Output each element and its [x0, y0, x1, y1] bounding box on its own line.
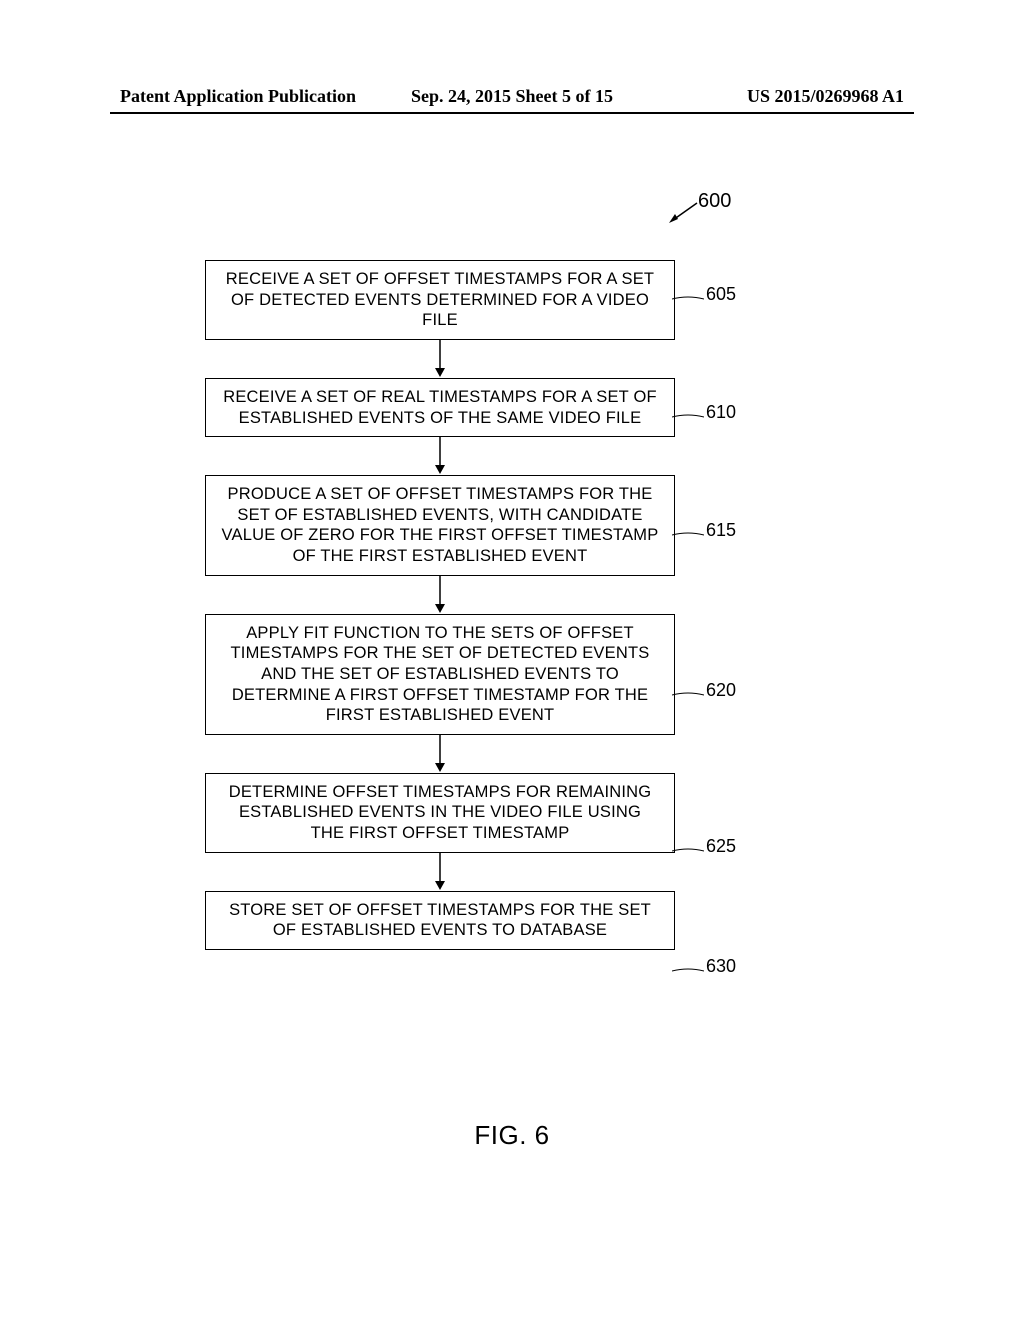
- flow-arrow-icon: [200, 437, 680, 475]
- ref-620: 620: [706, 680, 736, 701]
- ref-630: 630: [706, 956, 736, 977]
- flow-arrow-icon: [200, 576, 680, 614]
- flow-step-630: STORE SET OF OFFSET TIMESTAMPS FOR THE S…: [205, 891, 675, 950]
- ref-605: 605: [706, 284, 736, 305]
- flow-step-text: STORE SET OF OFFSET TIMESTAMPS FOR THE S…: [229, 901, 651, 940]
- flow-step-610: RECEIVE A SET OF REAL TIMESTAMPS FOR A S…: [205, 378, 675, 437]
- header-left: Patent Application Publication: [120, 86, 356, 107]
- ref-610: 610: [706, 402, 736, 423]
- ref-625: 625: [706, 836, 736, 857]
- flow-step-text: PRODUCE A SET OF OFFSET TIMESTAMPS FOR T…: [222, 485, 659, 565]
- figure-caption: FIG. 6: [0, 1120, 1024, 1151]
- flowchart: RECEIVE A SET OF OFFSET TIMESTAMPS FOR A…: [200, 260, 680, 950]
- header-mid: Sep. 24, 2015 Sheet 5 of 15: [411, 86, 613, 107]
- header-right: US 2015/0269968 A1: [747, 86, 904, 107]
- flow-step-text: APPLY FIT FUNCTION TO THE SETS OF OFFSET…: [231, 624, 650, 725]
- ref-630-tick: [672, 962, 704, 980]
- ref-615: 615: [706, 520, 736, 541]
- flow-arrow-icon: [200, 735, 680, 773]
- flow-arrow-icon: [200, 853, 680, 891]
- flow-step-text: RECEIVE A SET OF REAL TIMESTAMPS FOR A S…: [223, 388, 657, 427]
- flow-step-text: RECEIVE A SET OF OFFSET TIMESTAMPS FOR A…: [226, 270, 654, 329]
- flow-step-text: DETERMINE OFFSET TIMESTAMPS FOR REMAININ…: [229, 783, 652, 842]
- figure-ref-number: 600: [698, 190, 738, 213]
- flow-arrow-icon: [200, 340, 680, 378]
- flow-step-625: DETERMINE OFFSET TIMESTAMPS FOR REMAININ…: [205, 773, 675, 853]
- figure-ref-arrow-icon: [665, 200, 701, 229]
- flow-step-620: APPLY FIT FUNCTION TO THE SETS OF OFFSET…: [205, 614, 675, 735]
- page-header: Patent Application Publication Sep. 24, …: [0, 86, 1024, 107]
- flow-step-605: RECEIVE A SET OF OFFSET TIMESTAMPS FOR A…: [205, 260, 675, 340]
- header-rule: [110, 112, 914, 114]
- flow-step-615: PRODUCE A SET OF OFFSET TIMESTAMPS FOR T…: [205, 475, 675, 576]
